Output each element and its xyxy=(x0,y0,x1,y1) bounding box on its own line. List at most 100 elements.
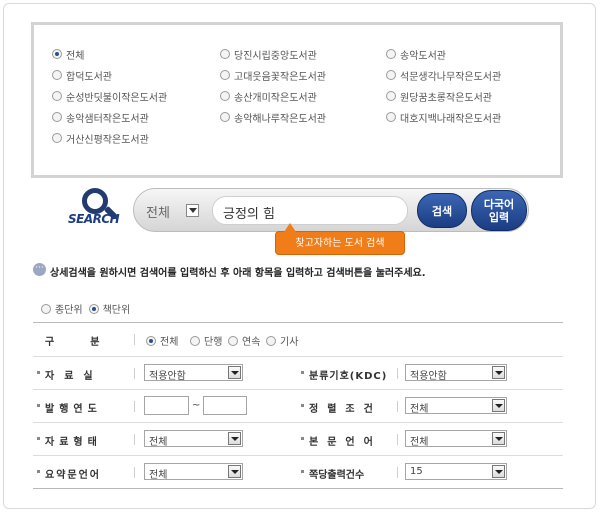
separator xyxy=(134,467,135,478)
radio-icon[interactable] xyxy=(220,112,230,122)
sort-label: 정렬조건 xyxy=(309,404,382,415)
library-option[interactable]: 순성반딧불이작은도서관 xyxy=(52,89,168,104)
form-row-location: 자료실 적용안함 분류기호(KDC) 적용안함 xyxy=(33,357,563,390)
detail-instruction: 상세검색을 원하시면 검색어를 입력하신 후 아래 항목을 입력하고 검색버튼을… xyxy=(50,268,426,279)
sort-select-value: 전체 xyxy=(410,404,429,415)
separator xyxy=(134,434,135,445)
type-select[interactable]: 전체 xyxy=(144,430,243,448)
bullet-icon xyxy=(301,371,304,374)
kdc-label: 분류기호(KDC) xyxy=(309,371,388,382)
lang-label: 본문언어 xyxy=(309,437,382,448)
library-option[interactable]: 송산개미작은도서관 xyxy=(220,89,317,104)
chevron-down-icon[interactable] xyxy=(186,204,199,217)
library-label: 전체 xyxy=(66,50,85,62)
year-label: 발행연도 xyxy=(45,404,102,415)
library-label: 송악샘터작은도서관 xyxy=(66,113,149,125)
form-row-summary-lang: 요약문언어 전체 쪽당출력건수 15 xyxy=(33,456,563,489)
per-page-select[interactable]: 15 xyxy=(405,463,507,480)
category-option-label: 전체 xyxy=(160,337,179,348)
radio-icon[interactable] xyxy=(386,112,396,122)
library-label: 송악도서관 xyxy=(400,50,446,62)
library-option[interactable]: 당진시립중앙도서관 xyxy=(220,47,317,62)
radio-icon[interactable] xyxy=(52,133,62,143)
library-label: 고대웃음꽃작은도서관 xyxy=(234,71,326,83)
bullet-icon xyxy=(301,470,304,473)
separator xyxy=(397,368,398,379)
library-option[interactable]: 원당꿈초롱작은도서관 xyxy=(386,89,492,104)
library-option[interactable]: 송악해나루작은도서관 xyxy=(220,110,326,125)
sort-select[interactable]: 전체 xyxy=(405,397,507,415)
search-input[interactable]: 긍정의 힘 xyxy=(212,196,408,225)
radio-icon[interactable] xyxy=(41,303,51,314)
more-icon: ··· xyxy=(33,263,46,276)
chevron-down-icon[interactable] xyxy=(228,432,241,445)
chevron-down-icon[interactable] xyxy=(228,465,241,478)
radio-icon[interactable] xyxy=(220,49,230,59)
search-button[interactable]: 검색 xyxy=(417,193,467,228)
library-option[interactable]: 합덕도서관 xyxy=(52,68,112,83)
bullet-icon xyxy=(37,470,40,473)
category-option-label: 기사 xyxy=(280,337,299,348)
chevron-down-icon[interactable] xyxy=(492,366,505,379)
library-label: 거산신평작은도서관 xyxy=(66,134,149,146)
library-option[interactable]: 전체 xyxy=(52,47,85,62)
radio-icon[interactable] xyxy=(220,70,230,80)
separator xyxy=(397,434,398,445)
year-range-tilde: ~ xyxy=(192,400,201,411)
library-label: 당진시립중앙도서관 xyxy=(234,50,317,62)
summary-lang-select[interactable]: 전체 xyxy=(144,463,243,481)
library-option[interactable]: 대호지백나래작은도서관 xyxy=(386,110,501,125)
summary-lang-select-value: 전체 xyxy=(149,470,168,481)
radio-icon[interactable] xyxy=(52,112,62,122)
lang-select[interactable]: 전체 xyxy=(405,430,507,448)
radio-icon[interactable] xyxy=(190,335,200,346)
library-label: 순성반딧불이작은도서관 xyxy=(66,92,168,104)
category-option[interactable]: 기사 xyxy=(266,333,298,348)
separator xyxy=(397,401,398,412)
chevron-down-icon[interactable] xyxy=(228,366,241,379)
location-select[interactable]: 적용안함 xyxy=(144,364,243,382)
search-scope-value[interactable]: 전체 xyxy=(146,202,170,221)
year-to-input[interactable] xyxy=(203,396,247,415)
chevron-down-icon[interactable] xyxy=(492,465,505,478)
library-option[interactable]: 송악도서관 xyxy=(386,47,446,62)
radio-icon[interactable] xyxy=(146,335,156,346)
unit-selector: 종단위 책단위 xyxy=(41,301,136,316)
radio-icon[interactable] xyxy=(228,335,238,346)
unit-label-book: 책단위 xyxy=(102,305,131,316)
library-selection-box: 전체 당진시립중앙도서관 송악도서관 합덕도서관 고대웃음꽃작은도서관 석문생각… xyxy=(31,22,563,178)
library-label: 원당꿈초롱작은도서관 xyxy=(400,92,492,104)
radio-icon[interactable] xyxy=(266,335,276,346)
location-label: 자료실 xyxy=(45,371,103,382)
kdc-select[interactable]: 적용안함 xyxy=(405,364,507,382)
library-option[interactable]: 송악샘터작은도서관 xyxy=(52,110,149,125)
category-label: 구분 xyxy=(45,337,136,348)
library-option[interactable]: 고대웃음꽃작은도서관 xyxy=(220,68,326,83)
radio-icon[interactable] xyxy=(52,91,62,101)
radio-icon[interactable] xyxy=(386,91,396,101)
library-option[interactable]: 거산신평작은도서관 xyxy=(52,131,149,146)
library-option[interactable]: 석문생각나무작은도서관 xyxy=(386,68,501,83)
form-row-category: 구분 전체 단행 연속 기사 xyxy=(33,323,563,356)
separator xyxy=(134,334,135,345)
chevron-down-icon[interactable] xyxy=(492,432,505,445)
form-row-year: 발행연도 ~ 정렬조건 전체 xyxy=(33,390,563,423)
per-page-select-value: 15 xyxy=(410,466,423,477)
chevron-down-icon[interactable] xyxy=(492,399,505,412)
year-from-input[interactable] xyxy=(144,396,189,415)
radio-icon[interactable] xyxy=(88,303,99,314)
radio-icon[interactable] xyxy=(52,70,62,80)
radio-icon[interactable] xyxy=(386,49,396,59)
unit-label-title: 종단위 xyxy=(55,305,83,316)
multilang-input-button[interactable]: 다국어 입력 xyxy=(471,190,527,231)
category-option[interactable]: 연속 xyxy=(228,333,260,348)
radio-icon[interactable] xyxy=(386,70,396,80)
separator xyxy=(134,401,135,412)
category-option[interactable]: 단행 xyxy=(190,333,222,348)
category-option[interactable]: 전체 xyxy=(146,333,178,348)
kdc-select-value: 적용안함 xyxy=(410,371,447,382)
radio-icon[interactable] xyxy=(52,49,62,59)
search-logo-text: SEARCH xyxy=(68,212,120,226)
radio-icon[interactable] xyxy=(220,91,230,101)
separator xyxy=(397,467,398,478)
